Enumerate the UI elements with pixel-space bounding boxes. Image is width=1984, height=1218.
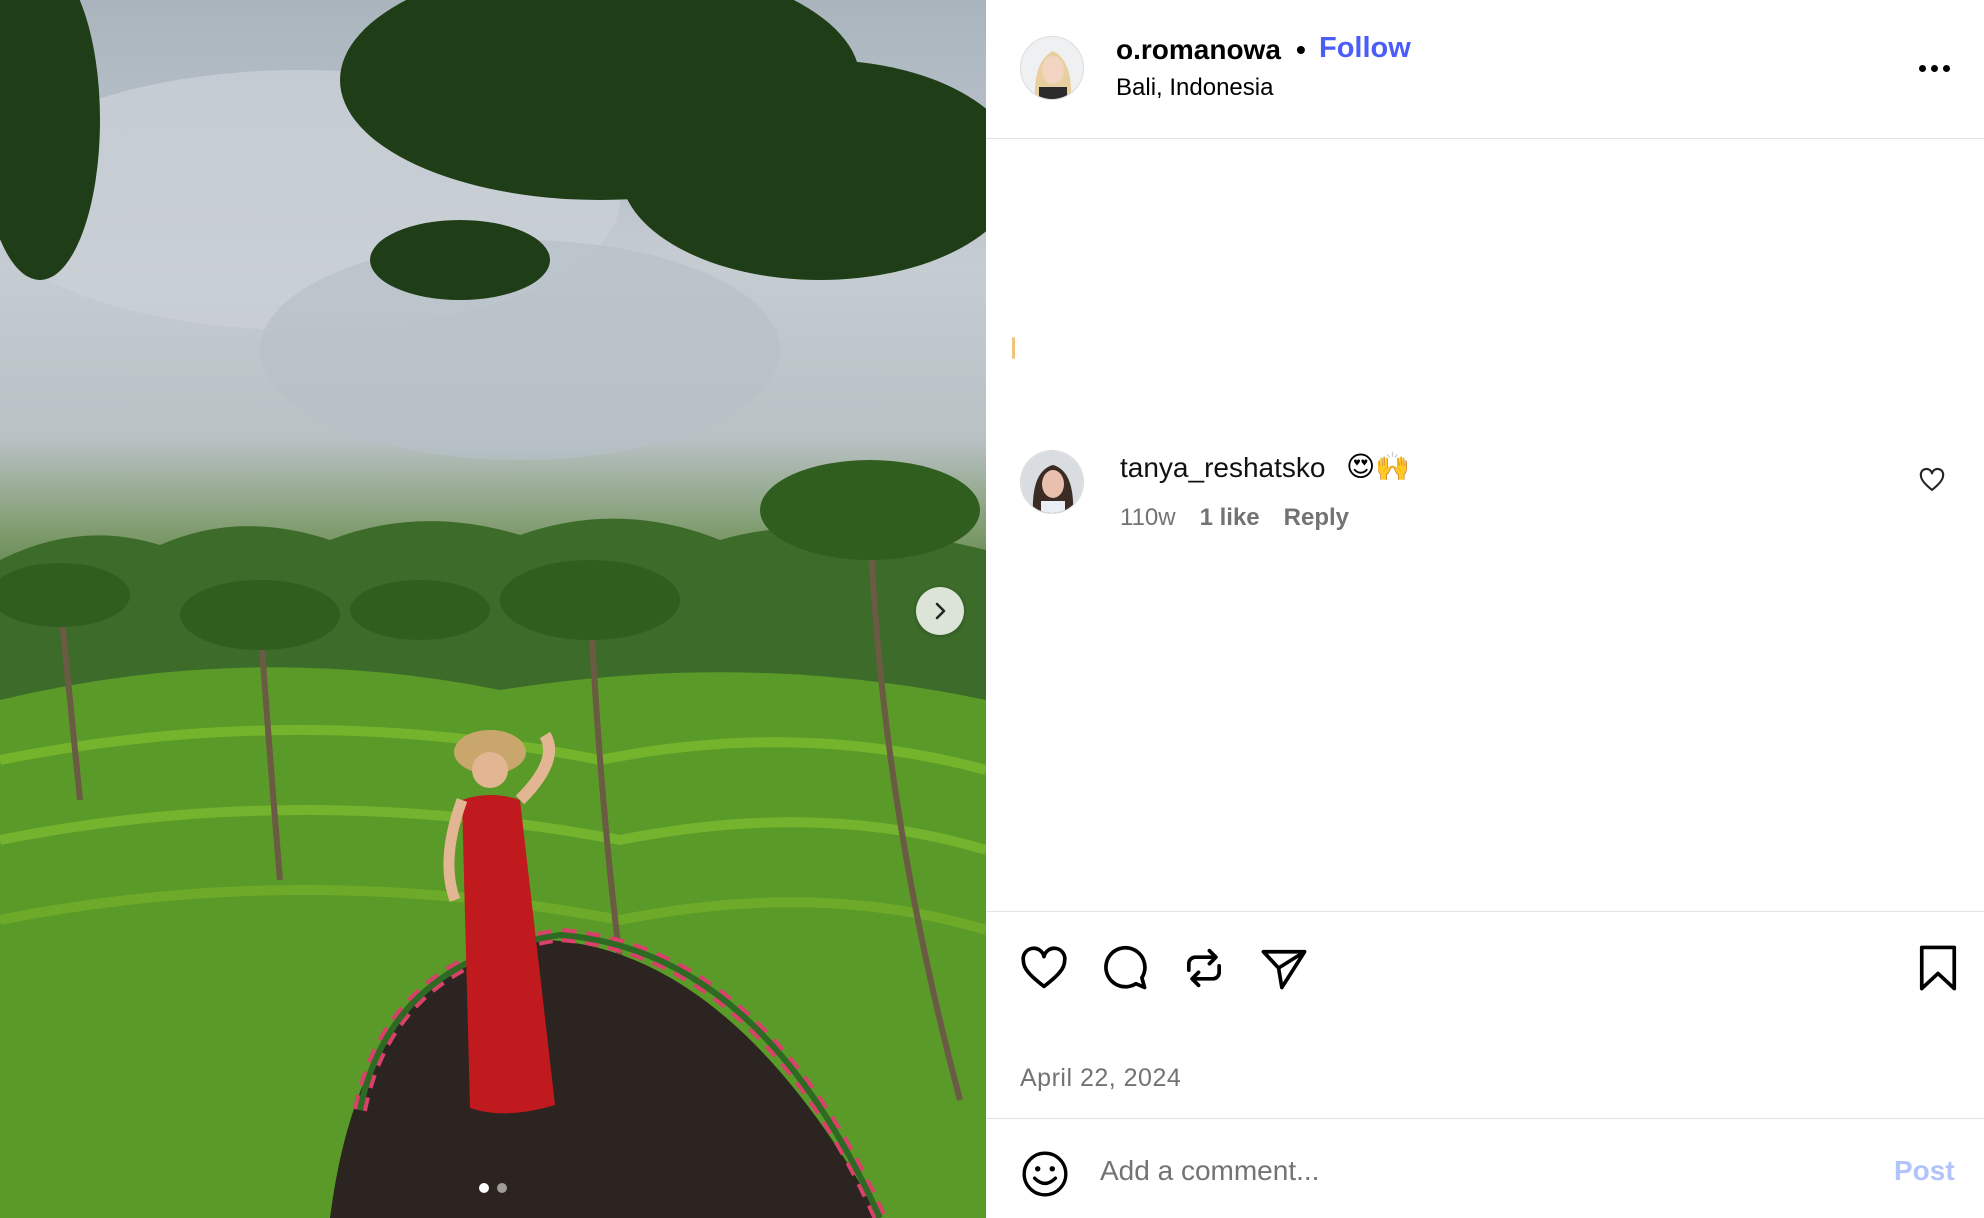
header-separator: • — [1296, 34, 1306, 65]
post-media[interactable] — [0, 0, 986, 1218]
carousel-next-button[interactable] — [916, 587, 964, 635]
more-dot — [1930, 64, 1938, 72]
comment-username[interactable]: tanya_reshatsko — [1120, 452, 1325, 484]
carousel-indicator — [479, 1183, 507, 1193]
owner-username[interactable]: o.romanowa — [1116, 34, 1281, 66]
post-actions: April 22, 2024 — [986, 911, 1984, 1118]
comment-meta: 110w 1 like Reply — [1120, 504, 1349, 532]
post-details-panel: o.romanowa • Follow Bali, Indonesia tany… — [986, 0, 1984, 1218]
comment-avatar[interactable] — [1020, 450, 1084, 514]
post-date: April 22, 2024 — [1020, 1064, 1182, 1092]
owner-avatar[interactable] — [1020, 36, 1084, 100]
heart-icon[interactable] — [1018, 942, 1070, 994]
comment-input[interactable] — [1100, 1143, 1800, 1199]
loading-indicator — [1012, 337, 1015, 359]
carousel-dot — [497, 1183, 507, 1193]
post-header: o.romanowa • Follow Bali, Indonesia — [986, 0, 1984, 139]
emoji-icon[interactable] — [1020, 1149, 1070, 1199]
chevron-right-icon — [935, 602, 946, 620]
comment-likes[interactable]: 1 like — [1200, 504, 1260, 532]
comment-age: 110w — [1120, 504, 1176, 531]
comment-like-heart-icon[interactable] — [1918, 466, 1946, 494]
bookmark-icon[interactable] — [1912, 942, 1964, 994]
owner-avatar-image — [1021, 37, 1083, 99]
post-photo — [0, 0, 986, 1218]
more-dot — [1942, 64, 1950, 72]
comment-composer: Post — [986, 1118, 1984, 1218]
post-location[interactable]: Bali, Indonesia — [1116, 74, 1273, 102]
comment-text: 😍🙌 — [1346, 451, 1411, 482]
carousel-dot-active — [479, 1183, 489, 1193]
comment-avatar-image — [1021, 451, 1083, 513]
repost-icon[interactable] — [1178, 942, 1230, 994]
follow-button[interactable]: Follow — [1319, 32, 1411, 65]
comment-icon[interactable] — [1098, 942, 1150, 994]
more-dot — [1918, 64, 1926, 72]
post-comment-button[interactable]: Post — [1894, 1155, 1955, 1187]
comment-reply-button[interactable]: Reply — [1284, 504, 1349, 532]
share-icon[interactable] — [1258, 942, 1310, 994]
more-options-icon[interactable] — [1912, 54, 1956, 82]
